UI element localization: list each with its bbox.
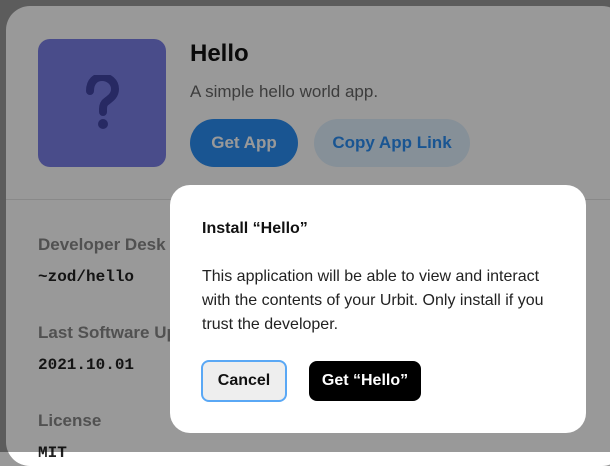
cancel-button[interactable]: Cancel [201,360,287,402]
install-dialog: Install “Hello” This application will be… [170,185,586,433]
dialog-body: This application will be able to view an… [202,268,544,333]
confirm-install-button[interactable]: Get “Hello” [309,361,421,401]
dialog-title: Install “Hello” [202,220,308,237]
